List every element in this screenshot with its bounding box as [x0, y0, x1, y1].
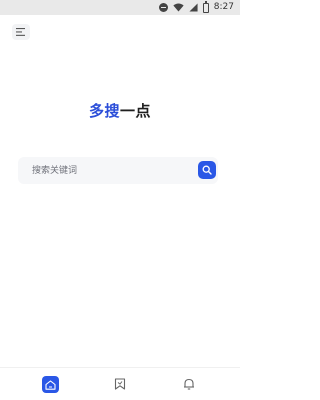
bookmark-icon [114, 378, 126, 390]
nav-home[interactable] [42, 376, 59, 393]
menu-icon [16, 28, 25, 36]
signal-icon [189, 3, 198, 12]
menu-button[interactable] [12, 24, 30, 40]
search-box [18, 157, 218, 184]
status-icons: 8:27 [158, 0, 234, 14]
wifi-icon [173, 3, 184, 12]
home-icon [45, 379, 56, 390]
app-screen: 8:27 多搜一点 [0, 0, 240, 400]
nav-bookmark[interactable] [110, 374, 130, 394]
bottom-nav [0, 367, 240, 400]
battery-icon [202, 0, 209, 13]
brand-rest-text: 一点 [120, 102, 152, 120]
search-input[interactable] [18, 157, 188, 184]
status-time: 8:27 [213, 2, 234, 12]
search-icon [202, 165, 212, 175]
brand-logo: 多搜一点 [0, 101, 240, 121]
bell-icon [184, 378, 194, 390]
status-bar: 8:27 [0, 0, 240, 15]
do-not-disturb-icon [158, 3, 168, 12]
search-button[interactable] [198, 161, 216, 179]
brand-accent-text: 多搜 [88, 102, 120, 120]
nav-notifications[interactable] [179, 374, 199, 394]
